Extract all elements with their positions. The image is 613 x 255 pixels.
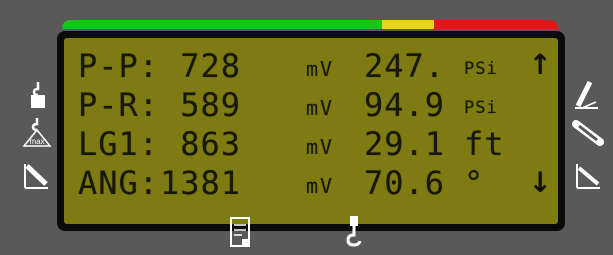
- row-unit: PSi: [464, 59, 498, 79]
- scroll-down-icon[interactable]: ↓: [529, 166, 552, 199]
- boom-extend-icon[interactable]: [572, 118, 604, 148]
- row-mv-value: 589: [180, 86, 241, 124]
- row-label: ANG:: [78, 164, 160, 202]
- report-icon[interactable]: [230, 217, 250, 251]
- row-mv-unit: mV: [306, 96, 335, 120]
- status-segment-yellow: [381, 20, 434, 29]
- row-label: P-P:: [78, 47, 160, 85]
- load-status-bar: [62, 20, 558, 29]
- display-row-pr: P-R: 589 mV 94.9 PSi: [78, 85, 538, 125]
- lcd-display-frame: P-P: 728 mV 247. PSi P-R: 589 mV 94.9 PS…: [57, 31, 565, 231]
- row-label: P-R:: [78, 86, 160, 124]
- row-mv-value: 863: [180, 125, 241, 163]
- row-value: 29.1: [364, 125, 446, 163]
- boom-lower-icon[interactable]: [574, 160, 602, 190]
- row-mv-unit: mV: [306, 174, 335, 198]
- row-mv-unit: mV: [306, 135, 335, 159]
- boom-raise-icon[interactable]: [572, 78, 600, 110]
- row-mv-value: 1381: [159, 164, 241, 202]
- boom-angle-icon[interactable]: [22, 160, 50, 190]
- scroll-up-icon[interactable]: ↑: [529, 48, 552, 81]
- display-row-ang: ANG: 1381 mV 70.6 °: [78, 163, 538, 203]
- row-mv-value: 728: [180, 47, 241, 85]
- max-load-icon[interactable]: max: [22, 116, 52, 148]
- row-mv-unit: mV: [306, 57, 335, 81]
- row-value: 94.9: [364, 86, 446, 124]
- row-unit: °: [464, 164, 485, 202]
- display-row-pp: P-P: 728 mV 247. PSi: [78, 46, 538, 86]
- lcd-display: P-P: 728 mV 247. PSi P-R: 589 mV 94.9 PS…: [64, 38, 558, 224]
- row-unit: ft: [464, 125, 505, 163]
- status-segment-green: [62, 20, 382, 29]
- row-value: 70.6: [364, 164, 446, 202]
- row-value: 247.: [364, 47, 446, 85]
- row-unit: PSi: [464, 98, 498, 118]
- status-segment-red: [433, 20, 558, 29]
- hook-load-icon[interactable]: [26, 80, 50, 110]
- row-label: LG1:: [78, 125, 160, 163]
- svg-text:max: max: [29, 137, 44, 146]
- crane-hook-icon[interactable]: [344, 215, 364, 251]
- display-row-lg1: LG1: 863 mV 29.1 ft: [78, 124, 538, 164]
